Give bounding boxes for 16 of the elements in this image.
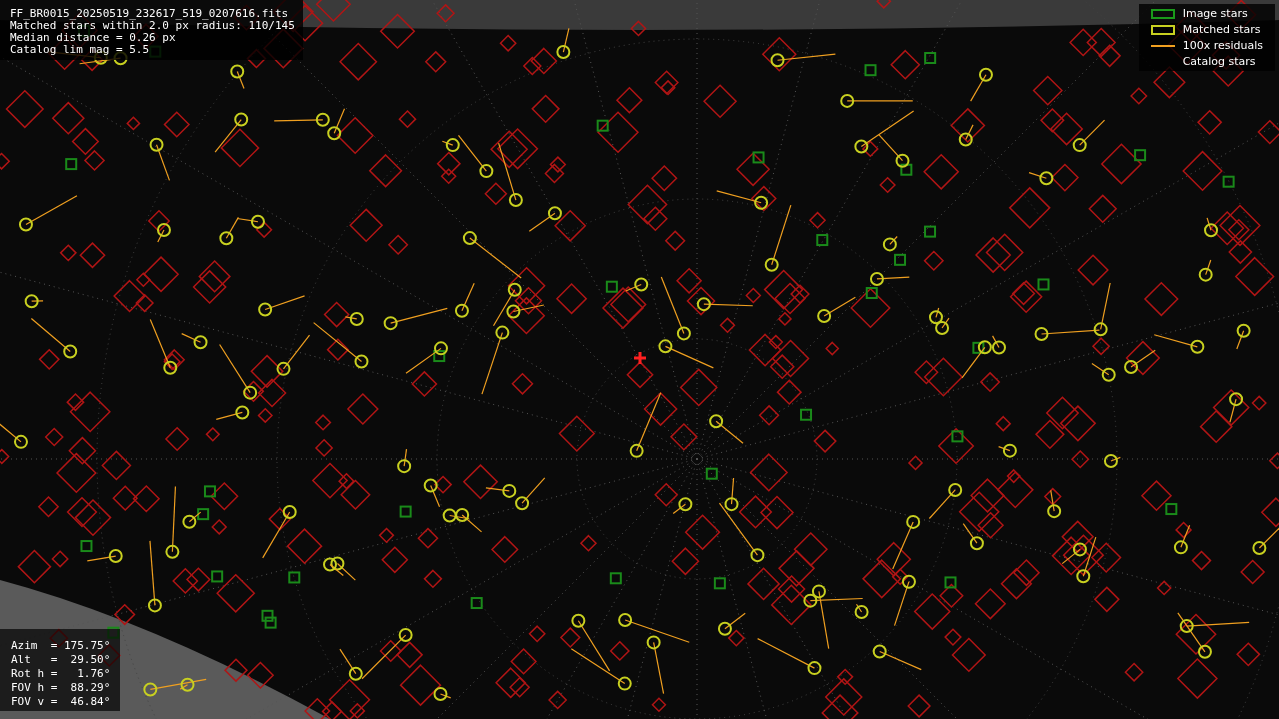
legend-label: 100x residuals	[1182, 38, 1263, 53]
legend-label: Catalog stars	[1182, 54, 1256, 69]
legend-label: Matched stars	[1182, 22, 1261, 37]
pointing-text: Azim = 175.75°	[11, 639, 111, 653]
info-text: FF_BR0015_20250519_232617_519_0207616.fits	[10, 8, 290, 20]
pointing-text: FOV v = 46.84°	[11, 695, 111, 709]
pointing-text: FOV h = 88.29°	[11, 681, 111, 695]
pointing-text: Rot h = 1.76°	[11, 667, 111, 681]
matched-star-marker-icon	[1150, 24, 1175, 35]
info-text: Catalog lim mag = 5.5	[10, 44, 151, 56]
pointing-text: Alt = 29.50°	[11, 653, 111, 667]
image-star-marker-icon	[1150, 8, 1175, 19]
info-text: Median distance = 0.26 px	[10, 32, 177, 44]
info-text: Matched stars within 2.0 px radius: 110/145	[10, 20, 295, 32]
residual-line-icon	[1150, 44, 1175, 47]
legend-label: Image stars	[1182, 6, 1248, 21]
